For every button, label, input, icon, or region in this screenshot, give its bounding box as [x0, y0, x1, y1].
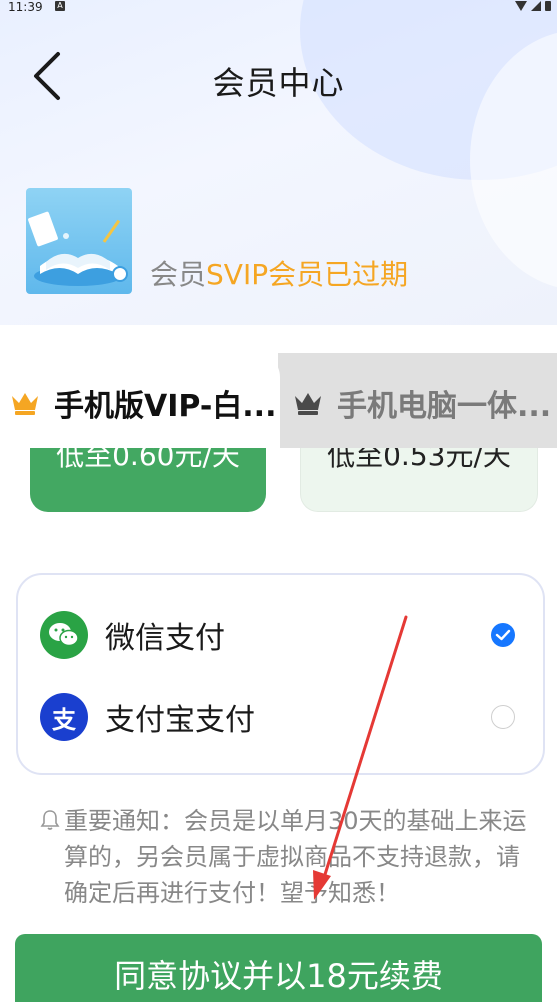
tab-mobile-vip[interactable]: 手机版VIP-白...	[0, 353, 280, 448]
status-time: 11:39	[8, 0, 43, 14]
membership-cover-image	[26, 188, 132, 294]
wifi-icon	[515, 1, 527, 11]
notification-icon: A	[55, 1, 65, 11]
payment-method-box: 微信支付 支 支付宝支付	[16, 573, 545, 775]
radio-unselected[interactable]	[491, 705, 515, 729]
payment-option-wechat[interactable]: 微信支付	[40, 609, 525, 661]
wechat-icon	[40, 611, 88, 659]
payment-label: 支付宝支付	[105, 703, 255, 738]
tab-pc-mobile-bundle[interactable]: 手机电脑一体...	[278, 353, 557, 448]
status-icons	[515, 1, 551, 11]
plan-tabs: 手机电脑一体... 手机版VIP-白...	[0, 353, 557, 448]
book-illustration	[28, 211, 128, 286]
radio-selected[interactable]	[491, 623, 515, 647]
tab-label: 手机电脑一体...	[337, 389, 552, 424]
bell-icon	[40, 810, 60, 830]
cell-signal-icon	[531, 1, 541, 11]
plan-price: 低至0.60元/天	[56, 448, 240, 472]
payment-label: 微信支付	[105, 621, 225, 656]
plan-card-selected[interactable]: 低至0.60元/天	[30, 448, 266, 512]
membership-status: 会员SVIP会员已过期	[150, 253, 408, 293]
tab-label: 手机版VIP-白...	[54, 389, 277, 424]
crown-icon	[295, 393, 321, 415]
agree-and-renew-button[interactable]: 同意协议并以18元续费	[15, 934, 542, 1002]
crown-icon	[12, 393, 38, 415]
alipay-glyph: 支	[52, 705, 76, 734]
notice-text: 重要通知：会员是以单月30天的基础上来运算的，另会员属于虚拟商品不支持退款，请确…	[64, 807, 527, 907]
membership-status-prefix: 会员	[150, 258, 207, 291]
page-title: 会员中心	[212, 64, 345, 102]
notice: 重要通知：会员是以单月30天的基础上来运算的，另会员属于虚拟商品不支持退款，请确…	[40, 803, 530, 911]
battery-icon	[545, 1, 551, 11]
alipay-icon: 支	[40, 693, 88, 741]
payment-option-alipay[interactable]: 支 支付宝支付	[40, 691, 525, 743]
plan-card[interactable]: 低至0.53元/天	[300, 448, 538, 512]
membership-status-highlight: SVIP会员已过期	[206, 258, 409, 291]
status-bar: 11:39 A	[0, 0, 557, 14]
plan-price: 低至0.53元/天	[327, 448, 511, 472]
